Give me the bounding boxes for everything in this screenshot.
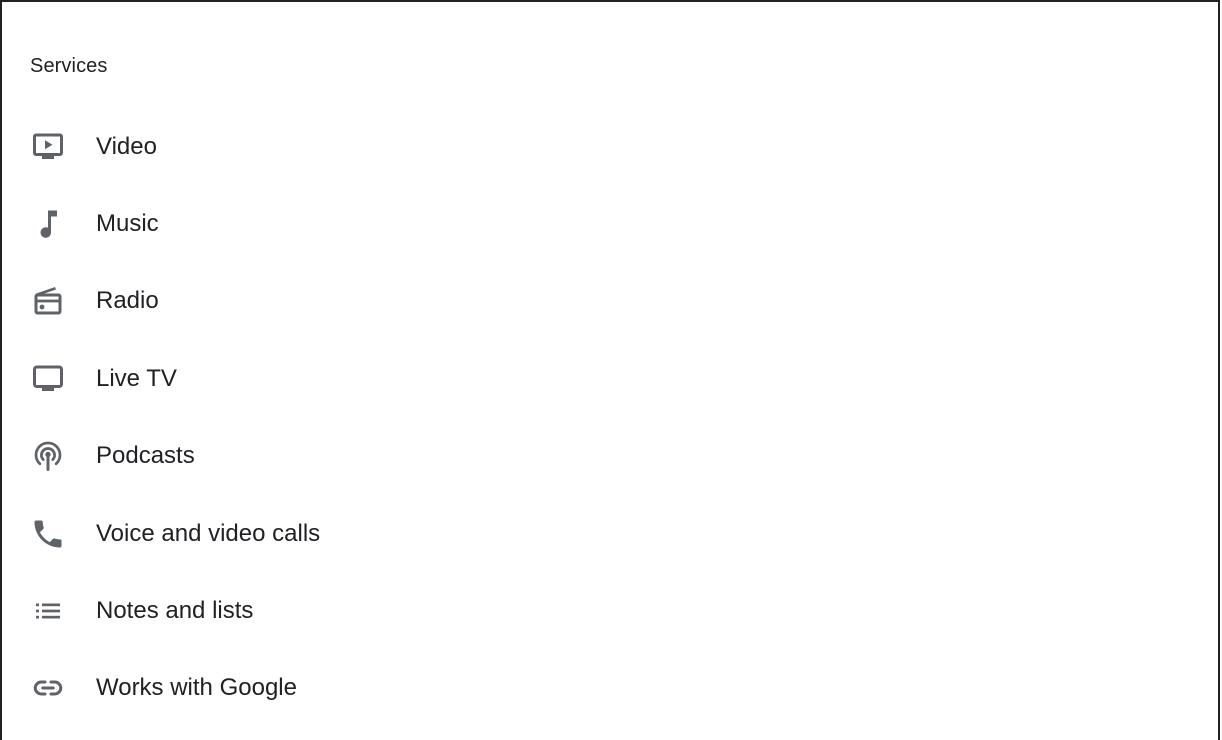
services-item-works-with-google[interactable]: Works with Google [2,650,1218,727]
services-item-notes-lists[interactable]: Notes and lists [2,572,1218,649]
phone-icon [30,516,66,552]
services-item-label: Voice and video calls [96,519,321,547]
services-item-podcasts[interactable]: Podcasts [2,418,1218,495]
link-icon [30,670,66,706]
services-item-voice-video-calls[interactable]: Voice and video calls [2,495,1218,572]
services-panel: Services Video Music Radio Live TV Podca… [0,0,1220,740]
services-item-radio[interactable]: Radio [2,263,1218,340]
video-icon [30,129,66,165]
services-item-label: Video [96,132,157,160]
section-title: Services [30,55,108,77]
services-item-label: Live TV [96,364,177,392]
music-note-icon [30,206,66,242]
services-item-video[interactable]: Video [2,108,1218,185]
services-item-label: Music [96,210,159,238]
services-item-label: Podcasts [96,442,195,470]
podcasts-icon [30,438,66,474]
radio-icon [30,283,66,319]
services-item-live-tv[interactable]: Live TV [2,340,1218,417]
services-item-label: Radio [96,287,159,315]
services-list: Video Music Radio Live TV Podcasts Voice… [2,108,1218,727]
services-item-label: Works with Google [96,674,297,702]
services-item-label: Notes and lists [96,597,254,625]
tv-icon [30,361,66,397]
list-icon [30,593,66,629]
services-item-music[interactable]: Music [2,185,1218,262]
